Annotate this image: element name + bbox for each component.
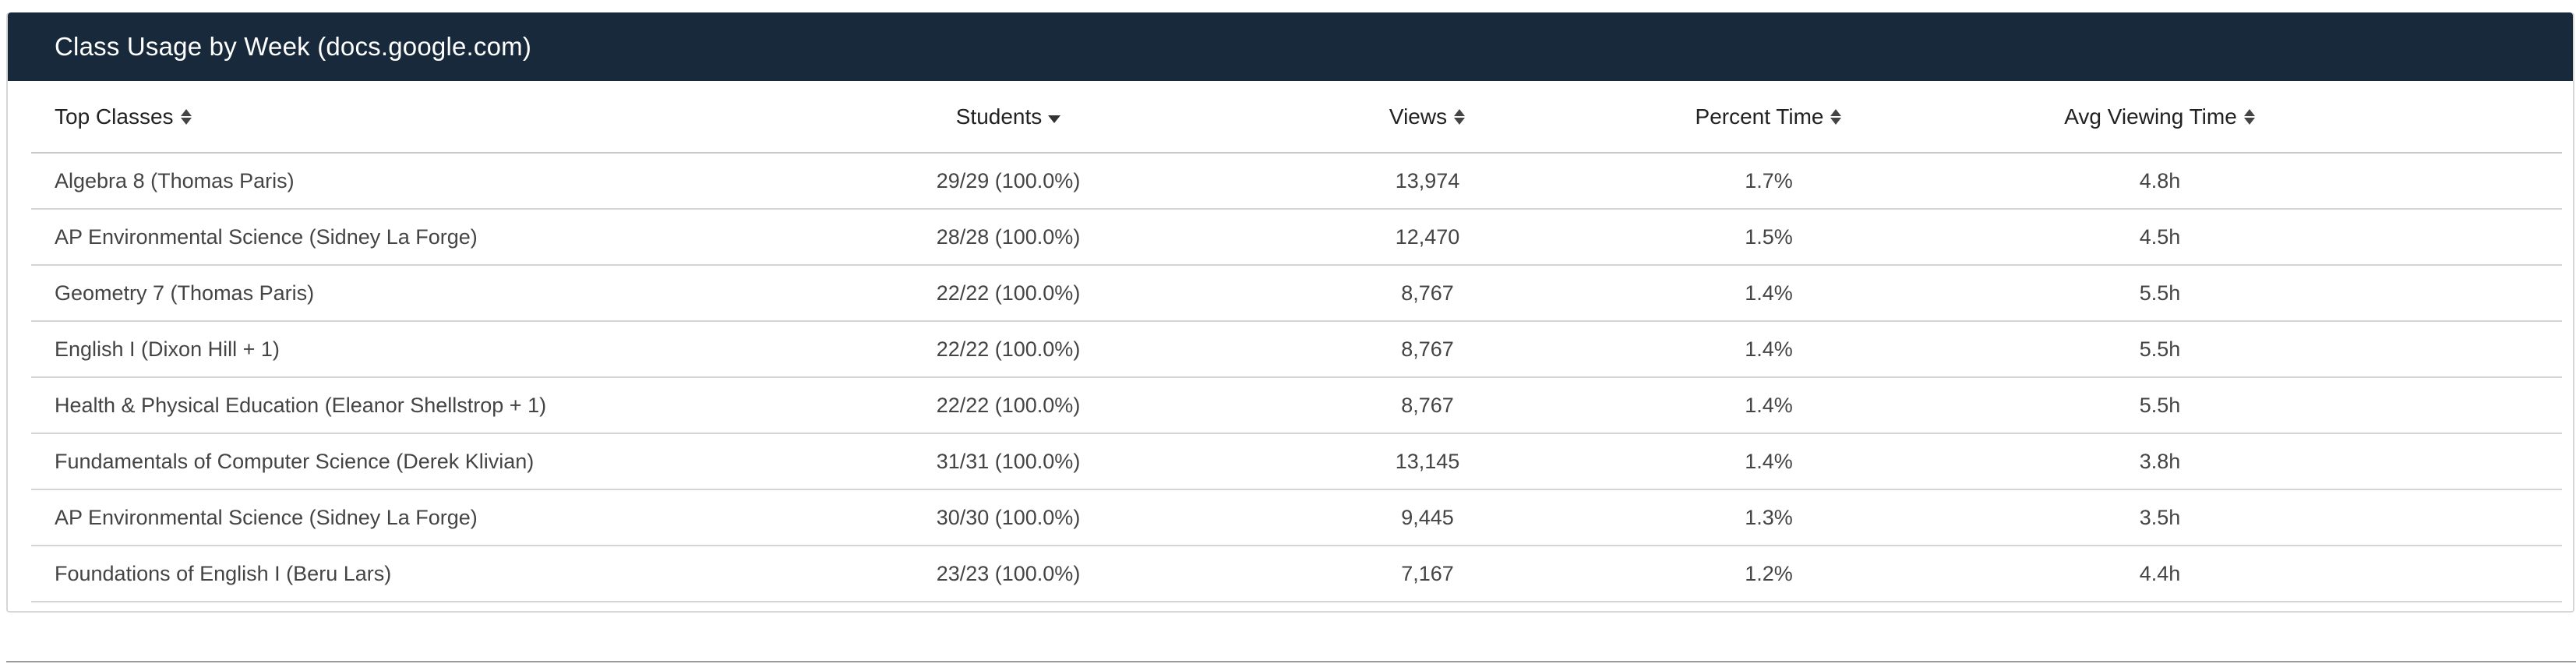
column-header-label: Students: [955, 104, 1043, 129]
avg-viewing-time-cell: 3.8h: [2139, 449, 2181, 473]
column-header-top-classes[interactable]: Top Classes: [55, 81, 192, 152]
class-name-cell: English I (Dixon Hill + 1): [55, 337, 280, 361]
table-row: English I (Dixon Hill + 1) 22/22 (100.0%…: [31, 322, 2562, 378]
students-cell: 22/22 (100.0%): [936, 393, 1081, 417]
class-usage-table: Top Classes Students Views Percent Time …: [31, 81, 2562, 602]
section-divider: [6, 661, 2576, 662]
class-name-cell: AP Environmental Science (Sidney La Forg…: [55, 224, 478, 249]
students-cell: 22/22 (100.0%): [936, 281, 1081, 305]
views-cell: 8,767: [1401, 337, 1454, 361]
avg-viewing-time-cell: 5.5h: [2139, 393, 2181, 417]
avg-viewing-time-cell: 5.5h: [2139, 281, 2181, 305]
views-cell: 8,767: [1401, 393, 1454, 417]
card-header: Class Usage by Week (docs.google.com): [8, 12, 2573, 81]
column-header-label: Avg Viewing Time: [2064, 104, 2237, 129]
percent-time-cell: 1.4%: [1745, 337, 1793, 361]
table-row: Fundamentals of Computer Science (Derek …: [31, 434, 2562, 490]
table-row: AP Environmental Science (Sidney La Forg…: [31, 210, 2562, 266]
avg-viewing-time-cell: 4.4h: [2139, 561, 2181, 585]
class-name-cell: Algebra 8 (Thomas Paris): [55, 168, 295, 192]
views-cell: 13,145: [1395, 449, 1460, 473]
students-cell: 28/28 (100.0%): [936, 224, 1081, 249]
class-name-cell: AP Environmental Science (Sidney La Forg…: [55, 505, 478, 529]
students-cell: 30/30 (100.0%): [936, 505, 1081, 529]
sort-both-icon[interactable]: [2243, 108, 2256, 126]
table-row: AP Environmental Science (Sidney La Forg…: [31, 490, 2562, 546]
table-row: Geometry 7 (Thomas Paris) 22/22 (100.0%)…: [31, 266, 2562, 322]
views-cell: 12,470: [1395, 224, 1460, 249]
class-name-cell: Geometry 7 (Thomas Paris): [55, 281, 315, 305]
students-cell: 31/31 (100.0%): [936, 449, 1081, 473]
table-header-row: Top Classes Students Views Percent Time …: [31, 81, 2562, 154]
views-cell: 13,974: [1395, 168, 1460, 192]
column-header-students[interactable]: Students: [815, 81, 1202, 152]
percent-time-cell: 1.5%: [1745, 224, 1793, 249]
column-header-avg-viewing-time[interactable]: Avg Viewing Time: [1965, 81, 2355, 152]
column-header-views[interactable]: Views: [1233, 81, 1622, 152]
percent-time-cell: 1.4%: [1745, 393, 1793, 417]
column-header-percent-time[interactable]: Percent Time: [1614, 81, 1923, 152]
avg-viewing-time-cell: 4.8h: [2139, 168, 2181, 192]
column-header-label: Percent Time: [1695, 104, 1824, 129]
class-name-cell: Foundations of English I (Beru Lars): [55, 561, 392, 585]
percent-time-cell: 1.4%: [1745, 281, 1793, 305]
column-header-label: Views: [1389, 104, 1448, 129]
sort-both-icon[interactable]: [1830, 108, 1842, 126]
percent-time-cell: 1.2%: [1745, 561, 1793, 585]
percent-time-cell: 1.4%: [1745, 449, 1793, 473]
class-usage-card: Class Usage by Week (docs.google.com) To…: [6, 12, 2574, 613]
views-cell: 8,767: [1401, 281, 1454, 305]
avg-viewing-time-cell: 5.5h: [2139, 337, 2181, 361]
views-cell: 9,445: [1401, 505, 1454, 529]
views-cell: 7,167: [1401, 561, 1454, 585]
card-title: Class Usage by Week (docs.google.com): [55, 32, 532, 61]
percent-time-cell: 1.3%: [1745, 505, 1793, 529]
class-name-cell: Fundamentals of Computer Science (Derek …: [55, 449, 535, 473]
sort-desc-icon[interactable]: [1048, 115, 1061, 123]
column-header-label: Top Classes: [55, 104, 174, 129]
table-row: Algebra 8 (Thomas Paris) 29/29 (100.0%) …: [31, 154, 2562, 210]
percent-time-cell: 1.7%: [1745, 168, 1793, 192]
sort-both-icon[interactable]: [1453, 108, 1466, 126]
table-row: Foundations of English I (Beru Lars) 23/…: [31, 546, 2562, 602]
sort-both-icon[interactable]: [180, 108, 192, 126]
avg-viewing-time-cell: 4.5h: [2139, 224, 2181, 249]
students-cell: 29/29 (100.0%): [936, 168, 1081, 192]
students-cell: 23/23 (100.0%): [936, 561, 1081, 585]
class-name-cell: Health & Physical Education (Eleanor She…: [55, 393, 547, 417]
table-row: Health & Physical Education (Eleanor She…: [31, 378, 2562, 434]
avg-viewing-time-cell: 3.5h: [2139, 505, 2181, 529]
students-cell: 22/22 (100.0%): [936, 337, 1081, 361]
